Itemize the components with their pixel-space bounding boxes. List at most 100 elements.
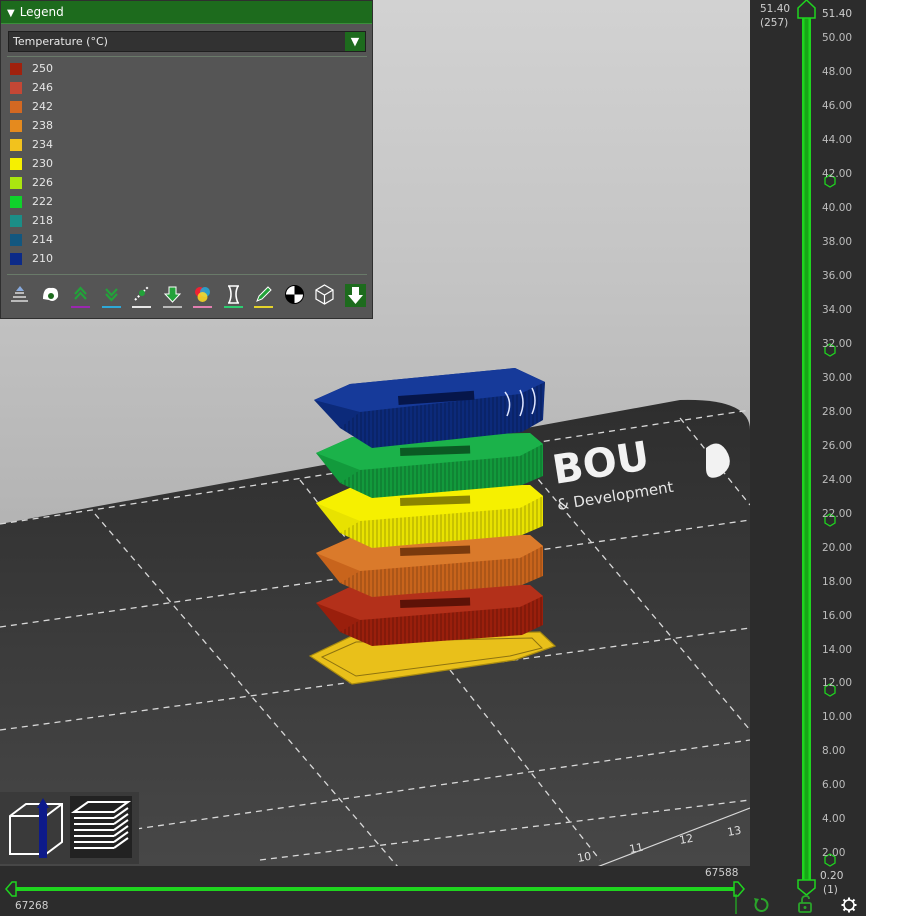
- layer-tick-label: 8.00: [822, 745, 846, 758]
- legend-swatch: [10, 176, 22, 189]
- toolbar-underline: [162, 306, 182, 308]
- layer-tick-label: 34.00: [822, 303, 853, 316]
- bottom-layer: (1): [823, 884, 838, 896]
- layer-tick-label: 10.00: [822, 711, 853, 724]
- layer-tick-label: 46.00: [822, 99, 853, 112]
- layer-tick-label: 14.00: [822, 643, 853, 656]
- legend-swatch: [10, 62, 22, 75]
- layer-tick-label: 38.00: [822, 235, 853, 248]
- right-thumb-icon[interactable]: [733, 881, 745, 897]
- legend-swatch: [10, 100, 22, 113]
- legend-label: 234: [32, 138, 53, 151]
- legend-item: 238: [10, 116, 53, 135]
- legend-swatch: [10, 81, 22, 94]
- legend-item: 210: [10, 249, 53, 268]
- tool-changes-icon[interactable]: [161, 283, 184, 308]
- settings-cog-icon[interactable]: [841, 897, 857, 917]
- layer-tick-label: 42.00: [822, 167, 853, 180]
- layer-tick-label: 18.00: [822, 575, 853, 588]
- legend-item: 250: [10, 59, 53, 78]
- legend-label: 238: [32, 119, 53, 132]
- ruler-number: 12: [678, 832, 694, 847]
- deretractions-icon[interactable]: [100, 283, 123, 308]
- layer-tick-label: 20.00: [822, 541, 853, 554]
- legend-label: 230: [32, 157, 53, 170]
- 3d-view-icon[interactable]: [4, 796, 66, 858]
- seams-icon[interactable]: [130, 283, 153, 308]
- horizontal-move-slider[interactable]: 67588 67268: [0, 866, 750, 916]
- wipe-icon[interactable]: [39, 283, 62, 308]
- legend-item: 230: [10, 154, 53, 173]
- hslider-left-value: 67268: [15, 900, 49, 912]
- travel-icon[interactable]: [8, 283, 31, 308]
- legend-swatch: [10, 138, 22, 151]
- 3d-viewport[interactable]: BOU & Development 10 11 12 13 ▼ Legend T…: [0, 0, 750, 916]
- view-type-dropdown[interactable]: Temperature (°C) ▼: [8, 31, 366, 52]
- layer-tick-label: 48.00: [822, 65, 853, 78]
- legend-title: Legend: [19, 5, 64, 19]
- legend-item: 222: [10, 192, 53, 211]
- legend-swatch: [10, 252, 22, 265]
- center-of-gravity-icon[interactable]: [283, 283, 306, 308]
- tool-marker-icon[interactable]: [344, 283, 367, 308]
- left-thumb-icon[interactable]: [5, 881, 17, 897]
- layer-tick-label: 16.00: [822, 609, 853, 622]
- legend-label: 218: [32, 214, 53, 227]
- toolbar-underline: [132, 306, 151, 308]
- hslider-track[interactable]: [12, 887, 738, 891]
- layer-tick-label: 26.00: [822, 439, 853, 452]
- legend-label: 214: [32, 233, 53, 246]
- legend-label: 246: [32, 81, 53, 94]
- legend-swatch: [10, 157, 22, 170]
- undo-arrow-icon[interactable]: [753, 897, 769, 917]
- layers-view-icon[interactable]: [70, 796, 132, 858]
- toolbar-underline: [101, 306, 121, 308]
- collapse-triangle-icon[interactable]: ▼: [7, 3, 15, 25]
- legend-item: 214: [10, 230, 53, 249]
- legend-label: 210: [32, 252, 53, 265]
- layer-tick-label: 32.00: [822, 337, 853, 350]
- bottom-thumb-icon[interactable]: [797, 879, 816, 896]
- legend-swatch: [10, 119, 22, 132]
- layer-tick-label: 4.00: [822, 813, 846, 826]
- ruler-number: 10: [576, 850, 592, 865]
- pause-prints-icon[interactable]: [222, 283, 245, 308]
- toolbar-underline: [223, 306, 243, 308]
- window-margin: [866, 0, 916, 916]
- layer-tick-label: 2.00: [822, 847, 846, 860]
- legend-item: 234: [10, 135, 53, 154]
- top-thumb-icon[interactable]: [797, 0, 816, 19]
- legend-swatch: [10, 233, 22, 246]
- toolbar-underline: [254, 306, 273, 308]
- shells-icon[interactable]: [313, 283, 336, 308]
- layer-tick-label: 36.00: [822, 269, 853, 282]
- layer-tick-label: 30.00: [822, 371, 853, 384]
- chevron-down-icon[interactable]: ▼: [345, 32, 365, 51]
- legend-item: 246: [10, 78, 53, 97]
- legend-label: 250: [32, 62, 53, 75]
- layer-tick-label: 51.40: [822, 8, 853, 20]
- top-layer: (257): [760, 17, 789, 29]
- layer-tick-label: 40.00: [822, 201, 853, 214]
- hslider-right-value: 67588: [705, 867, 739, 879]
- layer-tick-label: 6.00: [822, 779, 846, 792]
- layer-tick-label: 50.00: [822, 31, 853, 44]
- custom-gcodes-icon[interactable]: [252, 283, 275, 308]
- layer-tick-label: 24.00: [822, 473, 853, 486]
- view-type-value: Temperature (°C): [13, 35, 108, 48]
- color-changes-icon[interactable]: [191, 283, 214, 308]
- vertical-layer-slider[interactable]: 51.40 (257) 51.40 50.00 48.00 46.00 44.00 42.…: [750, 0, 866, 916]
- layer-tick-label: 12.00: [822, 677, 853, 690]
- legend-header[interactable]: ▼ Legend: [1, 1, 372, 24]
- unlock-icon[interactable]: [797, 895, 813, 917]
- legend-toolbar: [8, 283, 374, 308]
- legend-panel: ▼ Legend Temperature (°C) ▼ 250 246 242 238 2…: [0, 0, 373, 319]
- legend-items: 250 246 242 238 234 230 226 222 218 214 210: [10, 59, 53, 268]
- top-value: 51.40: [760, 3, 791, 15]
- layer-tick-label: 22.00: [822, 507, 853, 520]
- view-mode-buttons: [0, 792, 139, 864]
- retractions-icon[interactable]: [69, 283, 92, 308]
- toolbar-underline: [193, 306, 212, 308]
- legend-label: 226: [32, 176, 53, 189]
- legend-item: 242: [10, 97, 53, 116]
